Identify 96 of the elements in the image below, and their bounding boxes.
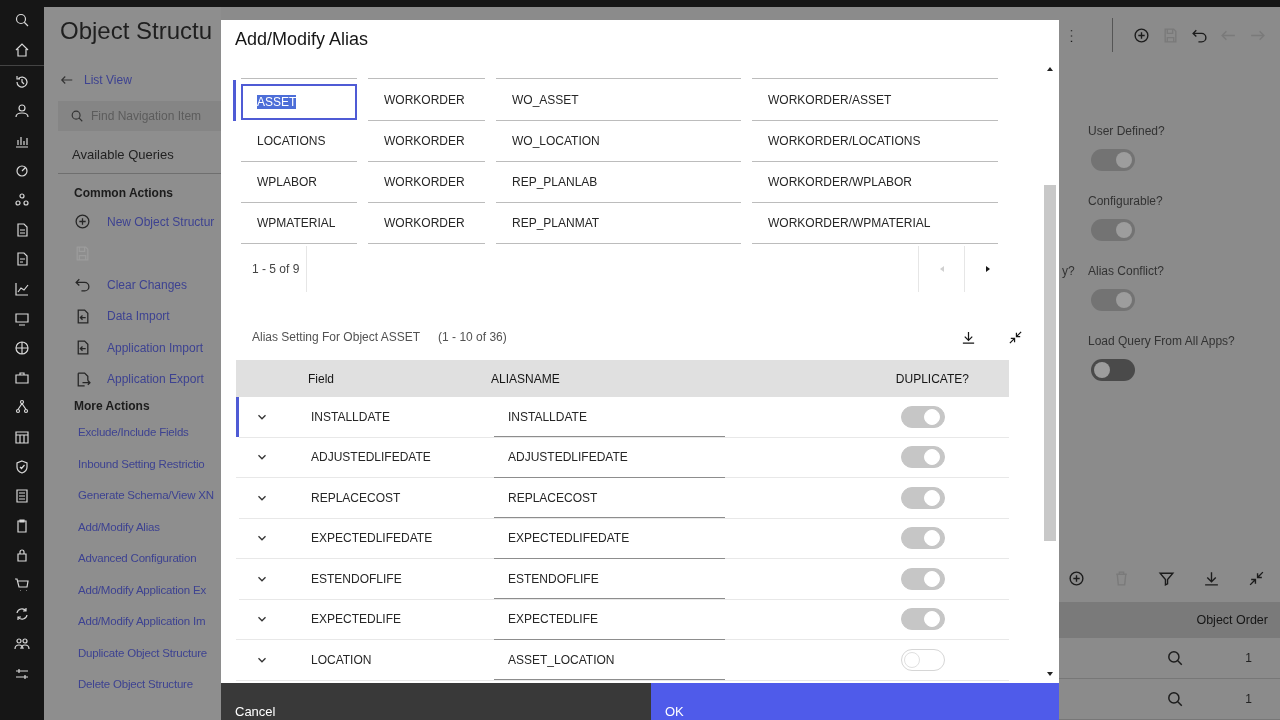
clipboard-icon[interactable] [14, 517, 30, 534]
undo-icon[interactable] [74, 276, 91, 294]
add-icon[interactable] [1133, 26, 1150, 44]
section-heading: Common Actions [74, 186, 174, 200]
table-cell[interactable]: WORKORDER/ASSET [752, 80, 998, 121]
document-icon[interactable] [14, 488, 30, 505]
toggle-switch[interactable] [901, 446, 945, 469]
table-cell[interactable]: WO_LOCATION [496, 121, 741, 162]
table-cell[interactable]: WORKORDER/LOCATIONS [752, 121, 998, 162]
add-icon[interactable] [1068, 569, 1085, 587]
table-cell[interactable]: WORKORDER/WPLABOR [752, 162, 998, 203]
cancel-button[interactable]: Cancel [221, 683, 651, 720]
table-cell[interactable]: WORKORDER/WPMATERIAL [752, 203, 998, 244]
field-label: Alias Conflict? [1088, 264, 1165, 278]
table-cell[interactable]: ASSET [241, 84, 357, 120]
table-cell-text: EXPECTEDLIFEDATE [311, 531, 434, 546]
section-heading: More Actions [74, 399, 151, 413]
column-header[interactable]: DUPLICATE? [895, 371, 969, 386]
table-cell: 1 [1245, 692, 1252, 706]
column-header[interactable]: ALIASNAME [491, 371, 896, 386]
network-icon[interactable] [14, 192, 30, 209]
monitor-icon[interactable] [14, 310, 30, 327]
column-header[interactable]: Field [308, 371, 491, 386]
toggle-switch[interactable] [901, 608, 945, 631]
table-cell[interactable]: REP_PLANLAB [496, 162, 741, 203]
toggle-switch[interactable] [1091, 219, 1135, 241]
toggle-switch[interactable] [901, 405, 945, 428]
toggle-switch[interactable] [901, 567, 945, 590]
table-cell: 1 [1245, 651, 1252, 665]
toggle-switch[interactable] [1091, 149, 1135, 171]
field-label: Configurable? [1088, 194, 1163, 208]
search-icon[interactable] [1166, 690, 1184, 708]
lock-icon[interactable] [14, 547, 30, 564]
search-icon[interactable] [14, 12, 30, 28]
alias-input-field[interactable]: EXPECTEDLIFEDATE [494, 518, 725, 559]
alias-input-field[interactable]: ADJUSTEDLIFEDATE [494, 437, 725, 478]
page-title: Object Structu [60, 16, 214, 46]
field-label: User Defined? [1088, 124, 1165, 138]
alias-input-field[interactable]: INSTALLDATE [494, 397, 725, 438]
table-cell[interactable]: WO_ASSET [496, 80, 741, 121]
line-chart-icon[interactable] [14, 280, 30, 297]
home-icon[interactable] [14, 41, 30, 58]
toggle-switch[interactable] [901, 486, 945, 509]
add-icon[interactable] [74, 213, 91, 231]
alias-input-field[interactable]: ASSET_LOCATION [494, 640, 725, 681]
scroll-up-icon[interactable] [1046, 65, 1054, 73]
search-icon [70, 109, 84, 123]
back-arrow-icon[interactable] [60, 73, 74, 87]
cart-icon[interactable] [14, 576, 30, 593]
briefcase-icon[interactable] [14, 369, 30, 386]
pagination-text: 1 - 5 of 9 [236, 246, 307, 292]
calendar-icon[interactable] [14, 428, 30, 445]
toggle-switch[interactable] [1091, 359, 1135, 381]
download-icon[interactable] [961, 329, 976, 345]
table-cell[interactable]: REP_PLANMAT [496, 203, 741, 244]
field-label: Load Query From All Apps? [1088, 334, 1235, 348]
alias-input-field[interactable]: EXPECTEDLIFE [494, 599, 725, 640]
record-count: (1 - 10 of 36) [438, 330, 507, 344]
dialog-title: Add/Modify Alias [234, 28, 370, 51]
table-cell-text: EXPECTEDLIFE [311, 612, 403, 627]
history-icon[interactable] [14, 73, 30, 90]
table-cell-text: ESTENDOFLIFE [311, 571, 403, 586]
table-cell[interactable]: WPMATERIAL [241, 203, 357, 244]
table-cell[interactable]: WORKORDER [368, 80, 485, 121]
shield-icon[interactable] [14, 458, 30, 475]
scroll-down-icon[interactable] [1046, 670, 1054, 678]
ok-button[interactable]: OK [651, 683, 1059, 720]
field-label: y? [1061, 264, 1076, 278]
table-cell[interactable]: WORKORDER [368, 121, 485, 162]
document-icon[interactable] [14, 221, 30, 238]
filter-icon[interactable] [1158, 569, 1175, 587]
scrollbar-thumb[interactable] [1044, 185, 1056, 541]
section-title: Alias Setting For Object ASSET [252, 330, 421, 344]
search-icon[interactable] [1166, 649, 1184, 667]
table-cell-text: REPLACECOST [311, 490, 402, 505]
table-cell-text: ADJUSTEDLIFEDATE [311, 450, 432, 465]
toggle-switch[interactable] [901, 648, 945, 671]
collapse-icon[interactable] [1008, 329, 1023, 345]
network-icon[interactable] [14, 399, 30, 416]
table-cell[interactable]: WPLABOR [241, 162, 357, 203]
column-header: Object Order [1196, 613, 1268, 627]
table-cell[interactable]: WORKORDER [368, 162, 485, 203]
table-cell[interactable]: LOCATIONS [241, 121, 357, 162]
alias-input-field[interactable]: ESTENDOFLIFE [494, 559, 725, 600]
document-icon[interactable] [14, 251, 30, 268]
caret-right-icon [983, 265, 992, 273]
alias-input-field[interactable]: REPLACECOST [494, 478, 725, 519]
refresh-icon[interactable] [14, 606, 30, 623]
dial-icon[interactable] [14, 162, 30, 179]
table-cell-text: INSTALLDATE [311, 409, 391, 424]
table-cell-text: LOCATION [311, 652, 373, 667]
user-icon[interactable] [14, 103, 30, 120]
toggle-switch[interactable] [901, 527, 945, 550]
wheel-icon[interactable] [14, 340, 30, 357]
toggle-switch[interactable] [1091, 289, 1135, 311]
table-cell[interactable]: WORKORDER [368, 203, 485, 244]
